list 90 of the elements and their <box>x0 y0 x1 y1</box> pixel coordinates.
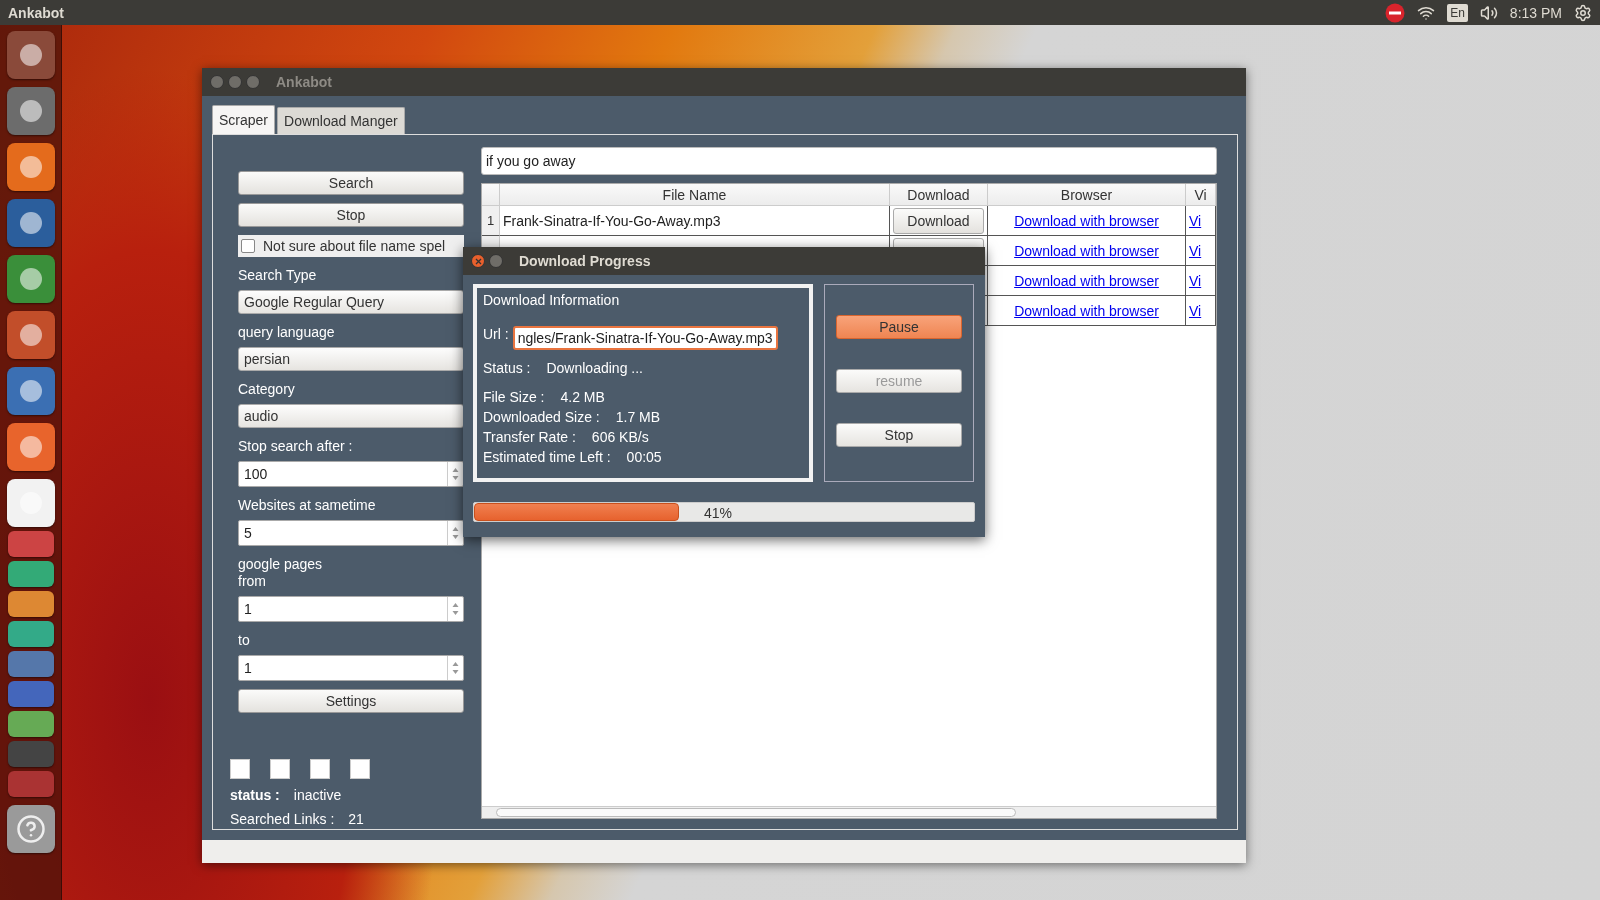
horizontal-scrollbar[interactable] <box>482 806 1216 818</box>
app-icon[interactable] <box>6 479 55 527</box>
info-label: Downloaded Size : <box>483 408 600 427</box>
spin-arrows-icon[interactable] <box>452 526 459 540</box>
table-link[interactable]: Vi <box>1189 272 1202 289</box>
app-icon[interactable] <box>6 143 55 191</box>
info-value: 4.2 MB <box>560 388 605 407</box>
group-title: Download Information <box>483 292 621 308</box>
field-label: to <box>238 632 251 649</box>
table-link[interactable]: Vi <box>1189 212 1202 229</box>
dropdown[interactable]: audio <box>238 404 464 428</box>
checkbox-label: Not sure about file name spel <box>263 238 446 254</box>
field-label: Category <box>238 381 296 398</box>
info-value: 1.7 MB <box>615 408 661 427</box>
field-label: query language <box>238 324 336 341</box>
download-button[interactable]: Download <box>893 207 984 234</box>
maximize-button[interactable] <box>489 254 503 268</box>
info-label: File Size : <box>483 388 545 407</box>
row-number: 1 <box>482 206 500 236</box>
app-icon[interactable] <box>6 423 55 471</box>
info-value: Downloading ... <box>546 359 643 378</box>
settings-button[interactable]: Settings <box>238 689 464 713</box>
table-link[interactable]: Vi <box>1189 242 1202 259</box>
download-with-browser-link[interactable]: Download with browser <box>1014 302 1159 319</box>
app-icon[interactable] <box>6 199 55 247</box>
volume-icon[interactable] <box>1479 3 1498 22</box>
indicator-square <box>270 759 290 779</box>
spin-box[interactable]: 1 <box>238 655 464 681</box>
field-label: Websites at sametime <box>238 497 377 514</box>
column-header[interactable]: Vi <box>1186 184 1216 206</box>
dropdown[interactable]: Google Regular Query <box>238 290 464 314</box>
tab[interactable]: Scraper <box>212 105 276 134</box>
spin-box[interactable]: 1 <box>238 596 464 622</box>
tab[interactable]: Download Manger <box>277 107 405 134</box>
info-value: 00:05 <box>626 448 662 467</box>
field-label: Stop search after : <box>238 438 354 455</box>
settings-icon[interactable] <box>1574 3 1592 22</box>
corner-header <box>482 184 500 206</box>
table-link[interactable]: Vi <box>1189 302 1202 319</box>
download-with-browser-link[interactable]: Download with browser <box>1014 242 1159 259</box>
close-button[interactable] <box>210 75 224 89</box>
searched-links-value: 21 <box>348 811 364 827</box>
column-header[interactable]: File Name <box>500 184 890 206</box>
dropdown[interactable]: persian <box>238 347 464 371</box>
spin-arrows-icon[interactable] <box>452 467 459 481</box>
spin-box[interactable]: 5 <box>238 520 464 546</box>
info-label: Transfer Rate : <box>483 428 576 447</box>
help-icon[interactable] <box>6 805 55 853</box>
column-header[interactable]: Download <box>890 184 988 206</box>
search-button[interactable]: Search <box>238 171 464 195</box>
field-label: Search Type <box>238 267 318 284</box>
status-label: status : <box>230 787 280 803</box>
checkbox[interactable] <box>241 239 255 253</box>
progress-text: 41% <box>704 505 733 521</box>
field-label: google pages from <box>238 556 324 590</box>
table-cell: Frank-Sinatra-If-You-Go-Away.mp3 <box>500 206 890 236</box>
spin-box[interactable]: 100 <box>238 461 464 487</box>
stop-button[interactable]: Stop <box>238 203 464 227</box>
app-icon[interactable] <box>6 87 55 135</box>
url-field[interactable]: ngles/Frank-Sinatra-If-You-Go-Away.mp3 <box>512 326 778 350</box>
app-icon[interactable] <box>6 367 55 415</box>
info-label: Estimated time Left : <box>483 448 611 467</box>
window-title: Ankabot <box>276 74 332 90</box>
keyboard-layout-indicator[interactable]: En <box>1447 3 1468 22</box>
download-with-browser-link[interactable]: Download with browser <box>1014 272 1159 289</box>
dialog-button[interactable]: Stop <box>836 423 962 447</box>
url-label: Url : <box>483 326 509 342</box>
download-with-browser-link[interactable]: Download with browser <box>1014 212 1159 229</box>
spin-arrows-icon[interactable] <box>452 602 459 616</box>
indicator-square <box>350 759 370 779</box>
info-label: Status : <box>483 359 531 378</box>
dialog-button[interactable]: Pause <box>836 315 962 339</box>
dialog-title: Download Progress <box>519 253 651 269</box>
minimize-button[interactable] <box>228 75 242 89</box>
spell-checkbox[interactable]: Not sure about file name spel <box>238 235 464 257</box>
spin-arrows-icon[interactable] <box>452 661 459 675</box>
no-entry-icon[interactable] <box>1385 2 1406 23</box>
column-header[interactable]: Browser <box>988 184 1186 206</box>
search-field[interactable]: if you go away <box>481 147 1217 175</box>
indicator-square <box>310 759 330 779</box>
app-name: Ankabot <box>8 4 64 21</box>
app-icon[interactable] <box>6 311 55 359</box>
indicator-square <box>230 759 250 779</box>
info-value: 606 KB/s <box>591 428 649 447</box>
app-icon[interactable] <box>6 255 55 303</box>
clock[interactable]: 8:13 PM <box>1509 4 1562 21</box>
app-icon[interactable] <box>6 31 55 79</box>
status-value: inactive <box>293 787 342 803</box>
searched-links-label: Searched Links : <box>230 811 335 827</box>
maximize-button[interactable] <box>246 75 260 89</box>
